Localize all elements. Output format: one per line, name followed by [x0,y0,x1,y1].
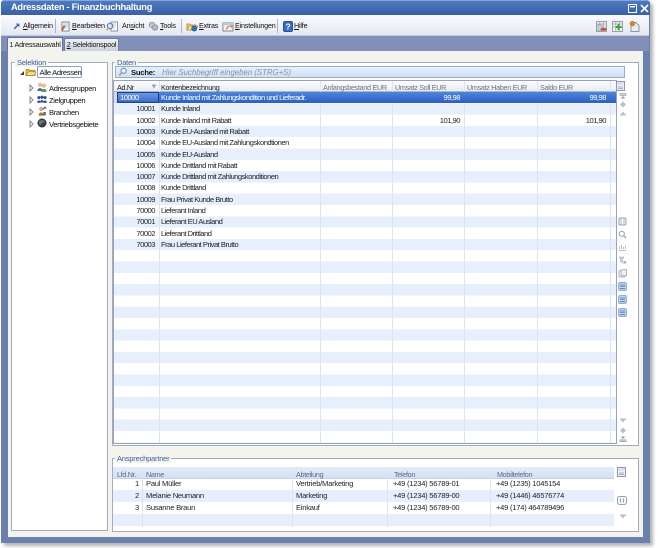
svg-text:?: ? [285,21,290,31]
